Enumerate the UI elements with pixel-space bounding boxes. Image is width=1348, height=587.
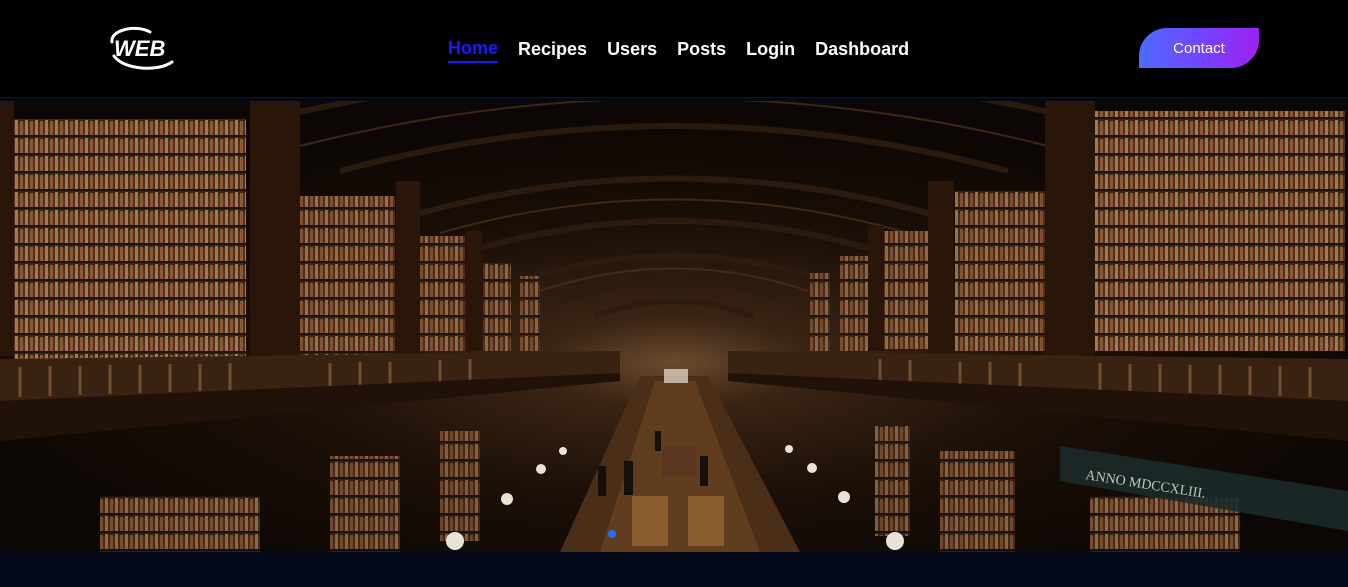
main-nav: Home Recipes Users Posts Login Dashboard (448, 37, 929, 63)
navbar: WEB Home Recipes Users Posts Login Dashb… (0, 0, 1348, 98)
nav-login[interactable]: Login (746, 38, 795, 62)
carousel-indicator[interactable] (608, 530, 616, 538)
nav-users[interactable]: Users (607, 38, 657, 62)
logo-text: WEB (114, 36, 165, 61)
hero-carousel: ANNO MDCCXLIII. (0, 101, 1348, 552)
nav-recipes[interactable]: Recipes (518, 38, 587, 62)
library-hall-image: ANNO MDCCXLIII. (0, 101, 1348, 552)
nav-home[interactable]: Home (448, 37, 499, 63)
brand-logo[interactable]: WEB (106, 22, 180, 72)
nav-dashboard[interactable]: Dashboard (815, 38, 909, 62)
page-bottom-strip (0, 552, 1348, 587)
nav-posts[interactable]: Posts (677, 38, 726, 62)
web-logo-icon: WEB (110, 26, 174, 70)
contact-button[interactable]: Contact (1139, 28, 1259, 68)
